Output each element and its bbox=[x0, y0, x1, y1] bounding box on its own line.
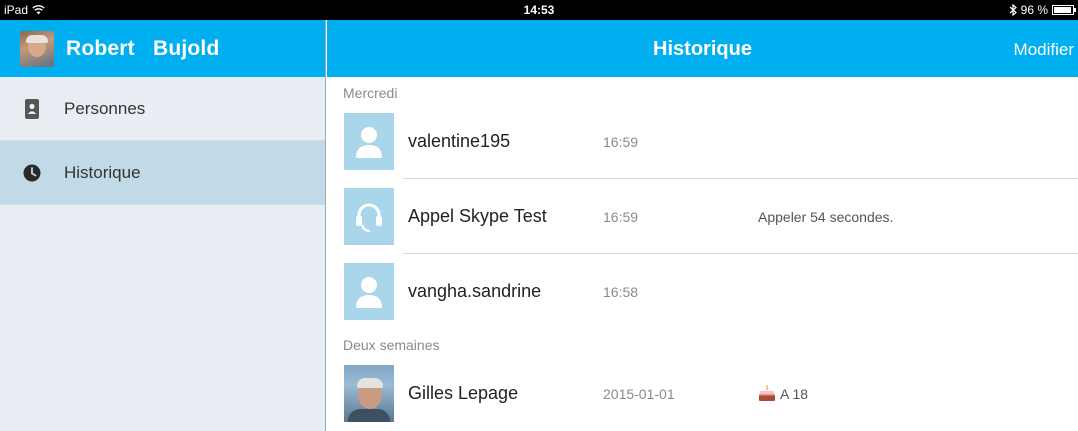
history-row[interactable]: vangha.sandrine 16:58 bbox=[327, 254, 1078, 329]
history-row[interactable]: valentine195 16:59 bbox=[327, 104, 1078, 179]
section-label: Deux semaines bbox=[343, 337, 440, 353]
birthday-cake-icon bbox=[759, 384, 775, 401]
battery-percent: 96 % bbox=[1020, 3, 1048, 17]
battery-fill bbox=[1054, 7, 1071, 13]
sidebar-item-historique[interactable]: Historique bbox=[0, 141, 325, 205]
sidebar-item-label: Personnes bbox=[64, 98, 146, 118]
contact-name: vangha.sandrine bbox=[408, 281, 542, 301]
sidebar-item-label: Historique bbox=[64, 162, 141, 182]
status-bar: iPad 14:53 96 % bbox=[0, 0, 1078, 20]
clock-icon bbox=[22, 163, 42, 183]
contact-avatar bbox=[344, 113, 394, 170]
history-panel: Historique Modifier Mercredi valentine19… bbox=[327, 20, 1078, 431]
call-time: 16:59 bbox=[603, 133, 639, 150]
sidebar-header[interactable]: Robert Bujold bbox=[0, 20, 325, 77]
status-bar-right: 96 % bbox=[1009, 3, 1076, 17]
edit-button[interactable]: Modifier bbox=[1014, 40, 1074, 60]
contact-name: Appel Skype Test bbox=[408, 206, 547, 226]
section-label: Mercredi bbox=[343, 85, 398, 101]
person-icon bbox=[356, 276, 382, 308]
battery-icon bbox=[1052, 5, 1076, 15]
contacts-icon bbox=[22, 98, 42, 119]
call-time: 2015-01-01 bbox=[603, 385, 675, 402]
contact-name: Gilles Lepage bbox=[408, 383, 519, 403]
sidebar: Robert Bujold Personnes Historique bbox=[0, 20, 326, 431]
headset-icon bbox=[356, 203, 382, 232]
call-detail-text: Appeler 54 secondes. bbox=[758, 208, 894, 225]
bluetooth-icon bbox=[1009, 4, 1017, 16]
page-title: Historique bbox=[653, 38, 752, 60]
contact-avatar bbox=[344, 263, 394, 320]
call-detail: A 18 bbox=[758, 384, 809, 403]
history-row[interactable]: Gilles Lepage 2015-01-01 A 18 bbox=[327, 356, 1078, 431]
user-name: Robert Bujold bbox=[66, 36, 220, 60]
history-row[interactable]: Appel Skype Test 16:59 Appeler 54 second… bbox=[327, 179, 1078, 254]
sidebar-item-personnes[interactable]: Personnes bbox=[0, 77, 325, 141]
contact-name: valentine195 bbox=[408, 131, 511, 151]
call-time: 16:59 bbox=[603, 208, 639, 225]
contact-avatar bbox=[344, 188, 394, 245]
clock: 14:53 bbox=[523, 3, 555, 17]
user-avatar[interactable] bbox=[20, 30, 54, 67]
call-detail: Appeler 54 secondes. bbox=[758, 209, 893, 225]
call-time: 16:58 bbox=[603, 283, 639, 300]
age-label: A 18 bbox=[780, 385, 809, 402]
main-header: Historique Modifier bbox=[327, 20, 1078, 77]
contact-photo bbox=[344, 365, 394, 422]
person-icon bbox=[356, 126, 382, 158]
contact-avatar bbox=[344, 365, 394, 422]
